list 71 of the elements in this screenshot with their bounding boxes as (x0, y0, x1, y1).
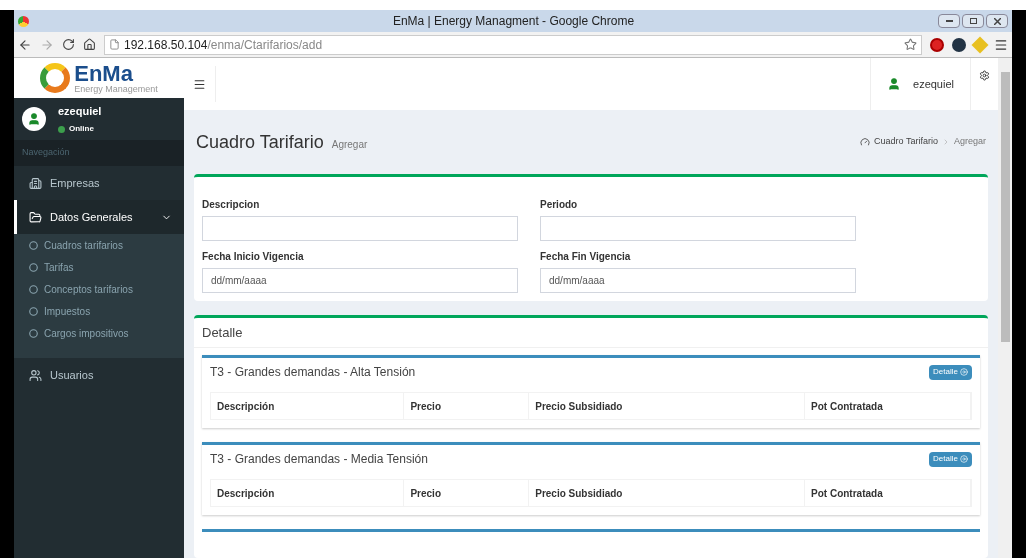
reload-icon[interactable] (62, 38, 75, 51)
building-icon (29, 176, 42, 190)
nav-item[interactable]: Usuarios (14, 358, 184, 392)
nav-subitem[interactable]: Impuestos (14, 300, 184, 322)
extension-stop-icon[interactable] (930, 37, 944, 52)
field-label: Fecha Fin Vigencia (540, 250, 632, 264)
nav-subitem[interactable]: Tarifas (14, 256, 184, 278)
minimize-button[interactable] (938, 14, 960, 28)
back-icon[interactable] (18, 37, 32, 52)
panel-title: T3 - Grandes demandas - Alta Tensión (210, 364, 416, 381)
nav-item[interactable]: Empresas (14, 166, 184, 200)
arrow-circle-icon (960, 455, 968, 463)
close-button[interactable] (986, 14, 1008, 28)
column-header: Precio Subsidiado (529, 480, 806, 506)
circle-icon (29, 306, 38, 316)
input-field[interactable]: dd/mm/aaaa (540, 268, 856, 293)
breadcrumb-item: Agregar (953, 135, 986, 149)
logo-ring-icon (40, 63, 71, 93)
circle-icon (29, 328, 38, 338)
nav-subitem[interactable]: Cargos impositivos (14, 322, 184, 344)
scrollbar[interactable] (998, 58, 1012, 558)
star-icon[interactable] (904, 38, 917, 51)
close-icon (993, 17, 1001, 25)
menu-icon[interactable] (994, 37, 1008, 52)
settings-icon[interactable] (979, 70, 990, 81)
avatar-icon (22, 107, 46, 131)
circle-icon (29, 284, 38, 294)
url-text: 192.168.50.104/enma/Ctarifarios/add (124, 36, 323, 54)
user-icon (887, 77, 901, 91)
user-name: ezequiel (58, 103, 102, 119)
detail-button[interactable]: Detalle (929, 364, 972, 380)
breadcrumb-item[interactable]: Cuadro Tarifario (874, 135, 938, 149)
dashboard-icon (860, 137, 871, 147)
page-subtitle: Agregar (331, 137, 368, 152)
nav-subitem[interactable]: Cuadros tarifarios (14, 234, 184, 256)
logo-tagline: Energy Management (74, 84, 158, 94)
column-header: Precio (404, 480, 530, 506)
column-header: Pot Contratada (805, 393, 971, 419)
nav-heading: Navegación (14, 140, 184, 166)
address-bar[interactable]: 192.168.50.104/enma/Ctarifarios/add (104, 34, 922, 55)
detail-button[interactable]: Detalle (929, 451, 972, 467)
column-header: Descripción (211, 393, 405, 419)
field-label: Periodo (540, 198, 579, 212)
user-status: Online (69, 123, 94, 136)
arrow-circle-icon (960, 368, 968, 376)
logo-name: EnMa (74, 62, 134, 85)
browser-logo-icon (18, 15, 29, 27)
column-header: Descripción (211, 480, 405, 506)
column-header: Precio Subsidiado (529, 393, 806, 419)
nav-subitem[interactable]: Conceptos tarifarios (14, 278, 184, 300)
nav-item[interactable]: Datos Generales (14, 200, 184, 234)
header-user-name[interactable]: ezequiel (913, 75, 954, 93)
circle-icon (29, 262, 38, 272)
field-label: Descripcion (202, 198, 261, 212)
folder-icon (29, 210, 42, 224)
panel-title: T3 - Grandes demandas - Media Tensión (210, 451, 428, 468)
restore-button[interactable] (962, 14, 984, 28)
circle-icon (29, 240, 38, 250)
menu-toggle-icon[interactable] (193, 77, 206, 91)
users-icon (29, 368, 42, 382)
page-title: Cuadro Tarifario (196, 130, 324, 154)
window-title: EnMa | Energy Managment - Google Chrome (392, 13, 635, 30)
column-header: Precio (404, 393, 530, 419)
home-icon[interactable] (83, 38, 96, 51)
field-label: Fecha Inicio Vigencia (202, 250, 305, 264)
page-icon (109, 39, 120, 50)
detail-title: Detalle (194, 318, 988, 348)
input-field[interactable] (202, 216, 518, 241)
input-field[interactable]: dd/mm/aaaa (202, 268, 518, 293)
column-header: Pot Contratada (805, 480, 971, 506)
input-field[interactable] (540, 216, 856, 241)
